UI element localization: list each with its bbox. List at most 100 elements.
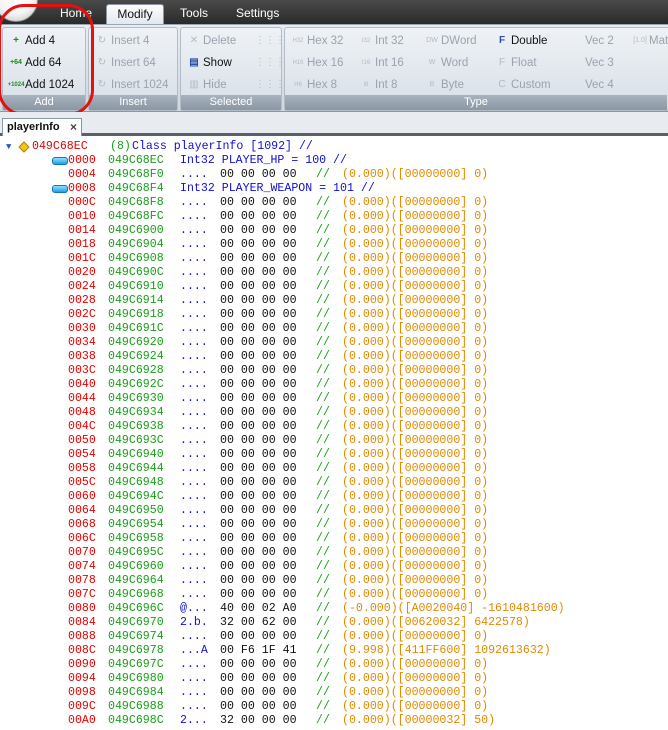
memory-row[interactable]: 0058 049C6944.... 00 00 00 00 // (0.000)([00… — [0, 462, 668, 476]
memory-row[interactable]: 0090 049C697C.... 00 00 00 00 // (0.000)([00… — [0, 658, 668, 672]
grid-icon[interactable]: ⋮⋮⋮ — [255, 53, 285, 73]
memory-row[interactable]: 0068 049C6954.... 00 00 00 00 // (0.000)([00… — [0, 518, 668, 532]
row-address: 049C6950 — [108, 504, 164, 517]
add-1024-button[interactable]: +1024Add 1024 — [7, 75, 75, 95]
memory-row[interactable]: 0040 049C692C.... 00 00 00 00 // (0.000)([00… — [0, 378, 668, 392]
grid-icon[interactable]: ⋮⋮⋮ — [255, 75, 285, 95]
memory-row[interactable]: 005C 049C6948.... 00 00 00 00 // (0.000)([00… — [0, 476, 668, 490]
memory-row[interactable]: 004C 049C6938.... 00 00 00 00 // (0.000)([00… — [0, 420, 668, 434]
memory-row[interactable]: 0070 049C695C.... 00 00 00 00 // (0.000)([00… — [0, 546, 668, 560]
memory-row[interactable]: 0054 049C6940.... 00 00 00 00 // (0.000)([00… — [0, 448, 668, 462]
hide-button[interactable]: ▥ Hide — [185, 75, 226, 95]
memory-row[interactable]: 002C 049C6918.... 00 00 00 00 // (0.000)([00… — [0, 308, 668, 322]
class-header-row[interactable]: ▼ 049C68EC (8) Class playerInfo [1092] // — [0, 140, 668, 154]
row-hex: 00 00 00 00 — [220, 560, 297, 573]
memory-row[interactable]: 0048 049C6934.... 00 00 00 00 // (0.000)([00… — [0, 406, 668, 420]
hex32-button[interactable]: H32 Hex 32 — [289, 31, 343, 51]
insert-1024-button[interactable]: ↻ Insert 1024 — [93, 75, 169, 95]
hex8-button[interactable]: H8 Hex 8 — [289, 75, 337, 95]
hex16-button[interactable]: H16 Hex 16 — [289, 53, 343, 73]
row-offset: 0088 — [68, 630, 96, 643]
memory-row[interactable]: 00A0 049C698C 2... 32 00 00 00 // (0.000)([00… — [0, 714, 668, 728]
plus-icon: + — [13, 35, 19, 46]
named-member-row[interactable]: 0000 049C68EC Int32 PLAYER_HP = 100 // — [0, 154, 668, 168]
row-declaration: Int32 PLAYER_HP = 100 // — [180, 154, 347, 167]
document-tab-playerinfo[interactable]: playerInfo × — [2, 118, 82, 136]
custom-button[interactable]: C Custom — [493, 75, 550, 95]
memory-row[interactable]: 0060 049C694C.... 00 00 00 00 // (0.000)([00… — [0, 490, 668, 504]
memory-row[interactable]: 0094 049C6980.... 00 00 00 00 // (0.000)([00… — [0, 672, 668, 686]
row-offset: 0048 — [68, 406, 96, 419]
row-address: 049C6958 — [108, 532, 164, 545]
memory-row[interactable]: 0050 049C693C.... 00 00 00 00 // (0.000)([00… — [0, 434, 668, 448]
memory-row[interactable]: 000C 049C68F8.... 00 00 00 00 // (0.000)([00… — [0, 196, 668, 210]
tab-tools[interactable]: Tools — [172, 4, 216, 24]
row-ascii: .... — [180, 462, 208, 475]
vec4-button[interactable]: Vec 4 — [585, 75, 614, 95]
memory-row[interactable]: 006C 049C6958.... 00 00 00 00 // (0.000)([00… — [0, 532, 668, 546]
word-button[interactable]: W Word — [423, 53, 469, 73]
memory-row[interactable]: 008C 049C6978 ...A 00 F6 1F 41 // (9.998)([41… — [0, 644, 668, 658]
named-member-row[interactable]: 0008 049C68F4 Int32 PLAYER_WEAPON = 101 // — [0, 182, 668, 196]
memory-row[interactable]: 0004 049C68F0.... 00 00 00 00 // (0.000)([00… — [0, 168, 668, 182]
row-hex: 00 00 00 00 — [220, 672, 297, 685]
row-interpretation: (0.000)([00620032] 6422578) — [342, 616, 530, 629]
int32-button[interactable]: I32 Int 32 — [357, 31, 404, 51]
byte-button[interactable]: B Byte — [423, 75, 464, 95]
int16-button[interactable]: I16 Int 16 — [357, 53, 404, 73]
memory-row[interactable]: 007C 049C6968.... 00 00 00 00 // (0.000)([00… — [0, 588, 668, 602]
row-hex: 00 00 00 00 — [220, 280, 297, 293]
tab-home[interactable]: Home — [52, 4, 100, 24]
memory-row[interactable]: 0018 049C6904.... 00 00 00 00 // (0.000)([00… — [0, 238, 668, 252]
row-comment-marker: // — [316, 714, 330, 727]
row-hex: 00 00 00 00 — [220, 420, 297, 433]
row-ascii: .... — [180, 630, 208, 643]
memory-row[interactable]: 0088 049C6974.... 00 00 00 00 // (0.000)([00… — [0, 630, 668, 644]
memory-row[interactable]: 0020 049C690C.... 00 00 00 00 // (0.000)([00… — [0, 266, 668, 280]
vec2-button[interactable]: Vec 2 — [585, 31, 614, 51]
memory-row[interactable]: 009C 049C6988.... 00 00 00 00 // (0.000)([00… — [0, 700, 668, 714]
expand-arrow-icon[interactable]: ▼ — [6, 140, 11, 154]
row-hex: 00 00 00 00 — [220, 630, 297, 643]
show-button[interactable]: ▤ Show — [185, 53, 232, 73]
memory-row[interactable]: 0074 049C6960.... 00 00 00 00 // (0.000)([00… — [0, 560, 668, 574]
mat-button[interactable]: [1.0] Mat — [631, 31, 668, 51]
float-button[interactable]: F Float — [493, 53, 537, 73]
int8-button[interactable]: I8 Int 8 — [357, 75, 397, 95]
memory-row[interactable]: 0038 049C6924.... 00 00 00 00 // (0.000)([00… — [0, 350, 668, 364]
close-icon[interactable]: × — [70, 119, 77, 135]
grid-icon[interactable]: ⋮⋮⋮ — [255, 31, 285, 51]
dword-button[interactable]: DW DWord — [423, 31, 476, 51]
memory-view[interactable]: ▼ 049C68EC (8) Class playerInfo [1092] //00… — [0, 139, 668, 730]
row-address: 049C68F8 — [108, 196, 164, 209]
row-interpretation: (0.000)([00000000] 0) — [342, 672, 489, 685]
memory-row[interactable]: 0078 049C6964.... 00 00 00 00 // (0.000)([00… — [0, 574, 668, 588]
add-64-button[interactable]: +64 Add 64 — [7, 53, 61, 73]
tab-modify[interactable]: Modify — [106, 4, 164, 24]
memory-row[interactable]: 0014 049C6900.... 00 00 00 00 // (0.000)([00… — [0, 224, 668, 238]
memory-row[interactable]: 001C 049C6908.... 00 00 00 00 // (0.000)([00… — [0, 252, 668, 266]
insert-4-button[interactable]: ↻ Insert 4 — [93, 31, 150, 51]
memory-row[interactable]: 0080 049C696C @... 40 00 02 A0 // (-0.000)([A… — [0, 602, 668, 616]
insert-64-button[interactable]: ↻ Insert 64 — [93, 53, 156, 73]
memory-row[interactable]: 003C 049C6928.... 00 00 00 00 // (0.000)([00… — [0, 364, 668, 378]
memory-row[interactable]: 0030 049C691C.... 00 00 00 00 // (0.000)([00… — [0, 322, 668, 336]
app-orb-button[interactable] — [0, 0, 38, 22]
vec3-button[interactable]: Vec 3 — [585, 53, 614, 73]
delete-button[interactable]: ✕ Delete — [185, 31, 236, 51]
row-offset: 0094 — [68, 672, 96, 685]
tab-settings[interactable]: Settings — [228, 4, 287, 24]
memory-row[interactable]: 0034 049C6920.... 00 00 00 00 // (0.000)([00… — [0, 336, 668, 350]
memory-row[interactable]: 0024 049C6910.... 00 00 00 00 // (0.000)([00… — [0, 280, 668, 294]
memory-row[interactable]: 0064 049C6950.... 00 00 00 00 // (0.000)([00… — [0, 504, 668, 518]
row-comment-marker: // — [316, 700, 330, 713]
dword-icon: DW — [426, 37, 438, 44]
memory-row[interactable]: 0010 049C68FC.... 00 00 00 00 // (0.000)([00… — [0, 210, 668, 224]
memory-row[interactable]: 0044 049C6930.... 00 00 00 00 // (0.000)([00… — [0, 392, 668, 406]
row-ascii: .... — [180, 336, 208, 349]
memory-row[interactable]: 0084 049C6970 2.b. 32 00 62 00 // (0.000)([00… — [0, 616, 668, 630]
memory-row[interactable]: 0028 049C6914.... 00 00 00 00 // (0.000)([00… — [0, 294, 668, 308]
add-4-button[interactable]: + Add 4 — [7, 31, 55, 51]
memory-row[interactable]: 0098 049C6984.... 00 00 00 00 // (0.000)([00… — [0, 686, 668, 700]
double-button[interactable]: F Double — [493, 31, 548, 51]
